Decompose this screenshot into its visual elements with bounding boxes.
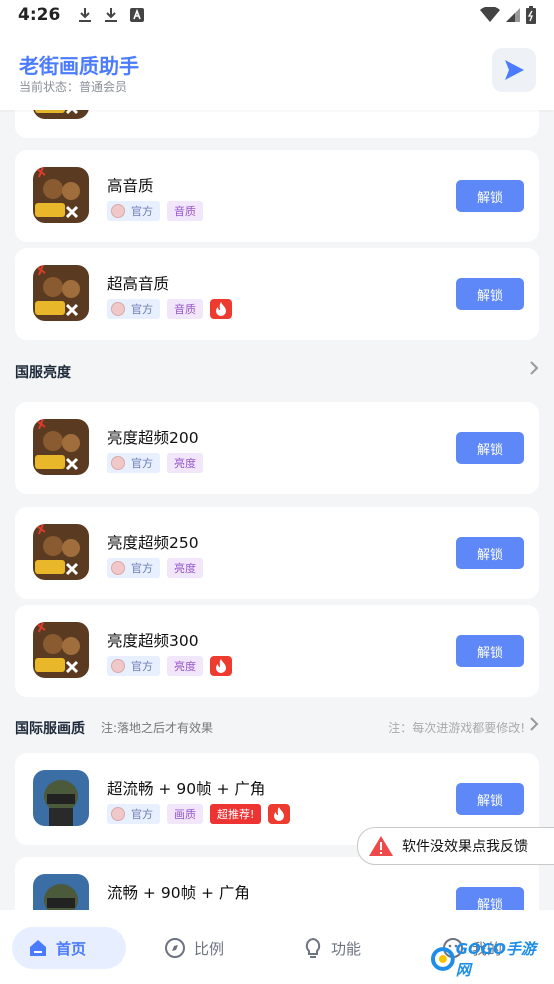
section-note: 注:落地之后才有效果 <box>101 721 214 735</box>
game-icon-pubg <box>33 770 89 826</box>
game-icon <box>33 524 89 580</box>
recommend-badge: 超推荐! <box>210 804 262 824</box>
download-icon <box>79 8 92 22</box>
category-tag: 音质 <box>167 201 203 221</box>
official-tag: 官方 <box>107 558 160 578</box>
unlock-button[interactable]: 解锁 <box>456 635 524 667</box>
option-card: 亮度超频200 官方 亮度 解锁 <box>15 402 539 494</box>
unlock-button[interactable]: 解锁 <box>456 783 524 815</box>
option-name: 超流畅 + 90帧 + 广角 <box>107 780 266 798</box>
avatar-icon <box>111 807 125 821</box>
game-icon <box>33 622 89 678</box>
watermark-ring-icon <box>430 947 455 971</box>
feedback-button[interactable]: 软件没效果点我反馈 <box>357 827 554 865</box>
status-time: 4:26 <box>18 5 61 25</box>
unlock-button[interactable]: 解锁 <box>456 278 524 310</box>
official-tag: 官方 <box>107 804 160 824</box>
section-title: 国服亮度 <box>15 365 71 381</box>
category-tag: 亮度 <box>167 558 203 578</box>
lightbulb-icon <box>303 937 323 959</box>
option-card: 亮度超频300 官方 亮度 解锁 <box>15 605 539 697</box>
avatar-icon <box>111 302 125 316</box>
option-card-partial <box>15 110 539 138</box>
official-tag: 官方 <box>107 453 160 473</box>
unlock-button[interactable]: 解锁 <box>456 180 524 212</box>
download-icon <box>105 8 118 22</box>
option-name: 亮度超频200 <box>107 429 199 447</box>
avatar-icon <box>111 561 125 575</box>
section-header[interactable]: 国服亮度 <box>15 357 539 387</box>
nav-ratio[interactable]: 比例 <box>164 927 224 969</box>
official-tag: 官方 <box>107 201 160 221</box>
section-header[interactable]: 国际服画质 注:落地之后才有效果 注：每次进游戏都要修改! <box>15 713 539 743</box>
member-status: 当前状态：普通会员 <box>19 80 128 94</box>
game-icon <box>33 419 89 475</box>
warning-icon <box>369 836 393 856</box>
option-name: 亮度超频250 <box>107 534 199 552</box>
home-icon <box>28 938 48 958</box>
signal-icon <box>506 8 520 22</box>
compass-icon <box>164 937 186 959</box>
battery-icon <box>526 6 536 24</box>
watermark-text: GOGO手游网 <box>455 940 536 979</box>
option-name: 高音质 <box>107 177 154 195</box>
wifi-icon <box>480 7 500 22</box>
play-arrow-icon <box>505 60 524 80</box>
option-card: 亮度超频250 官方 亮度 解锁 <box>15 507 539 599</box>
option-name: 流畅 + 90帧 + 广角 <box>107 884 250 902</box>
status-bar: 4:26 <box>0 0 554 30</box>
section-right-note: 注：每次进游戏都要修改! <box>388 721 525 735</box>
watermark-logo: GOGO手游网 <box>430 940 550 979</box>
nav-functions[interactable]: 功能 <box>303 927 361 969</box>
category-tag: 亮度 <box>167 656 203 676</box>
feedback-label: 软件没效果点我反馈 <box>402 839 528 855</box>
option-card: 高音质 官方 音质 解锁 <box>15 150 539 242</box>
official-tag: 官方 <box>107 656 160 676</box>
chevron-right-icon <box>530 361 539 375</box>
game-icon <box>33 167 89 223</box>
game-icon <box>33 110 89 119</box>
app-header: 老街画质助手 当前状态：普通会员 <box>0 30 554 110</box>
nav-home[interactable]: 首页 <box>12 927 126 969</box>
avatar-icon <box>111 456 125 470</box>
option-name: 超高音质 <box>107 275 170 293</box>
chevron-right-icon <box>530 717 539 731</box>
unlock-button[interactable]: 解锁 <box>456 432 524 464</box>
category-tag: 亮度 <box>167 453 203 473</box>
fire-icon <box>268 804 291 824</box>
section-title: 国际服画质 <box>15 721 85 737</box>
game-icon <box>33 265 89 321</box>
unlock-button[interactable]: 解锁 <box>456 887 524 910</box>
game-icon-pubg <box>33 874 89 910</box>
app-title: 老街画质助手 <box>19 54 139 78</box>
avatar-icon <box>111 659 125 673</box>
option-card: 超高音质 官方 音质 解锁 <box>15 248 539 340</box>
launch-game-button[interactable] <box>492 48 536 92</box>
avatar-icon <box>111 204 125 218</box>
notification-a-icon <box>130 8 145 22</box>
fire-icon <box>210 656 232 676</box>
fire-icon <box>210 299 232 319</box>
unlock-button[interactable]: 解锁 <box>456 537 524 569</box>
official-tag: 官方 <box>107 299 160 319</box>
category-tag: 音质 <box>167 299 203 319</box>
category-tag: 画质 <box>167 804 203 824</box>
main-content: 高音质 官方 音质 解锁 超高音质 官方 音质 解锁 国服亮度 亮度超频200 … <box>0 110 554 910</box>
option-name: 亮度超频300 <box>107 632 199 650</box>
